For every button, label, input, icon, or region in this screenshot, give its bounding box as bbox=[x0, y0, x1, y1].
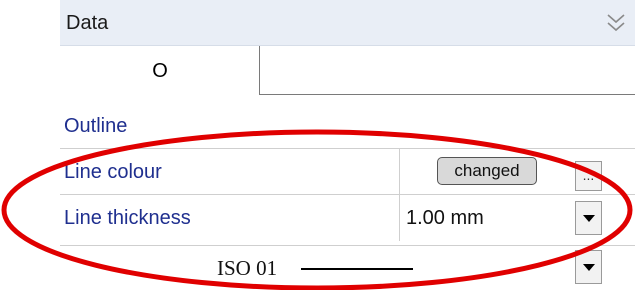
line-thickness-label: Line thickness bbox=[64, 207, 191, 229]
column-divider bbox=[399, 195, 400, 241]
property-row-line-colour: Line colour changed ... bbox=[60, 148, 635, 195]
dropdown-arrow-icon bbox=[583, 264, 595, 271]
line-colour-label: Line colour bbox=[64, 161, 162, 183]
tab-o-label: O bbox=[152, 60, 168, 82]
line-colour-more-button[interactable]: ... bbox=[575, 161, 602, 191]
tab-o[interactable]: O bbox=[60, 46, 260, 95]
line-colour-value-button[interactable]: changed bbox=[437, 157, 537, 185]
line-thickness-dropdown-button[interactable] bbox=[575, 201, 602, 235]
line-thickness-value[interactable]: 1.00 mm bbox=[406, 207, 484, 230]
section-outline-title: Outline bbox=[64, 115, 128, 137]
tab-bar: O bbox=[60, 46, 635, 96]
property-row-line-thickness: Line thickness 1.00 mm bbox=[60, 194, 635, 241]
line-type-dropdown-button[interactable] bbox=[575, 250, 602, 284]
double-chevron-down-icon[interactable] bbox=[605, 12, 627, 34]
tab-underline bbox=[259, 94, 635, 95]
properties-panel: Data O Outline Line colour changed ... L… bbox=[60, 0, 635, 290]
panel-title: Data bbox=[66, 12, 109, 34]
line-type-sample bbox=[301, 268, 413, 270]
dropdown-arrow-icon bbox=[583, 215, 595, 222]
panel-header[interactable]: Data bbox=[60, 0, 635, 46]
line-type-row[interactable]: ISO 01 bbox=[60, 245, 635, 290]
line-type-label: ISO 01 bbox=[217, 256, 278, 280]
column-divider bbox=[399, 149, 400, 195]
